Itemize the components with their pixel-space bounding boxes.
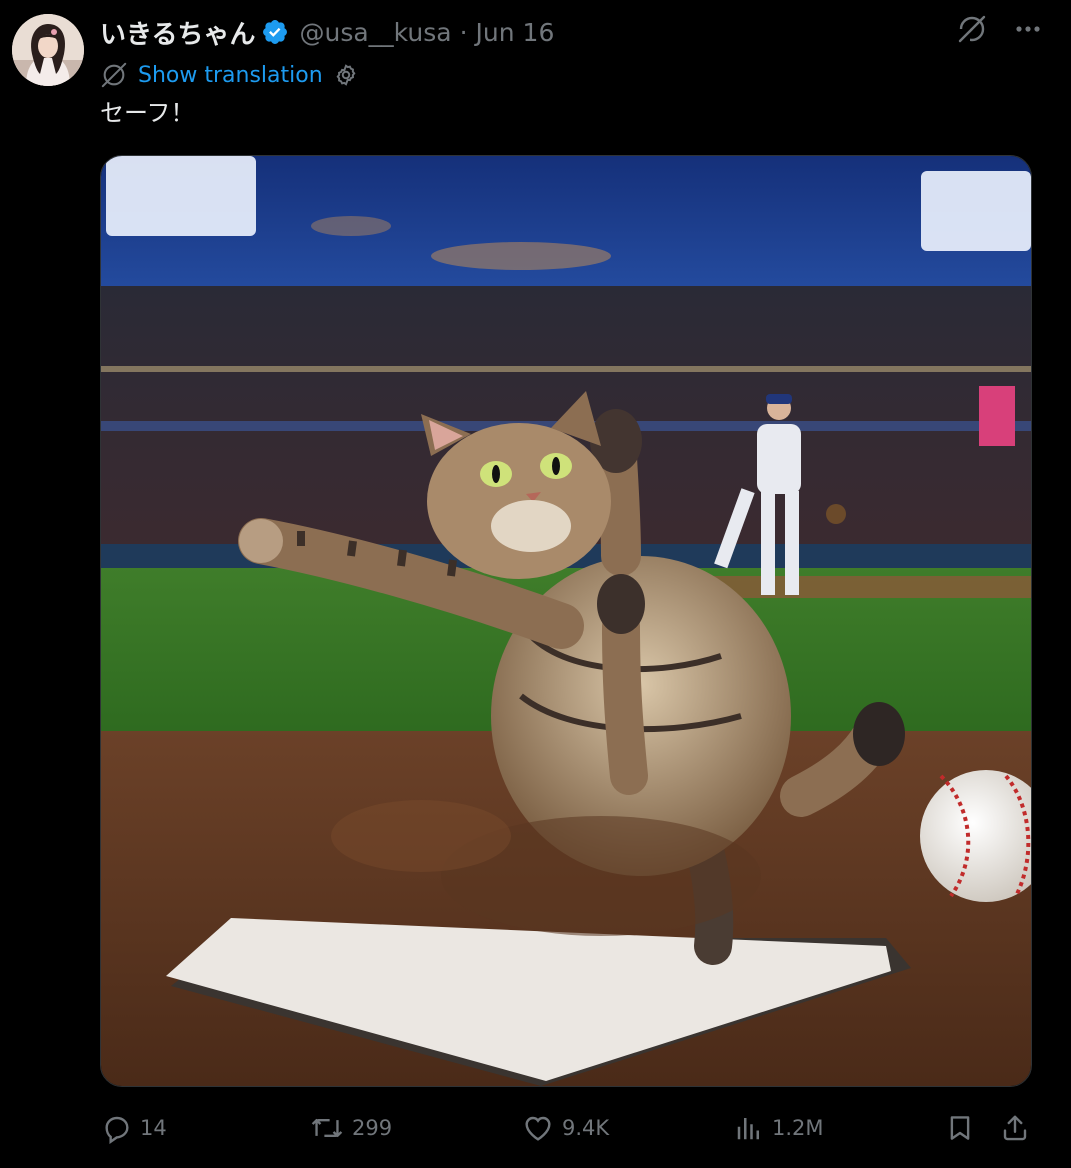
grok-icon[interactable] bbox=[957, 14, 987, 44]
display-name[interactable]: いきるちゃん bbox=[100, 14, 255, 51]
tweet-header: いきるちゃん @usa__kusa · Jun 16 bbox=[100, 14, 554, 50]
verified-badge-icon[interactable] bbox=[261, 18, 289, 46]
views-icon bbox=[734, 1112, 764, 1144]
heart-icon bbox=[522, 1112, 554, 1144]
gear-icon[interactable] bbox=[333, 62, 359, 88]
tweet-text: セーフ！ bbox=[100, 99, 195, 127]
media-image bbox=[101, 156, 1031, 1086]
translate-icon bbox=[100, 61, 128, 89]
avatar[interactable] bbox=[12, 14, 84, 86]
bookmark-icon bbox=[945, 1112, 975, 1144]
views-button[interactable]: 1.2M bbox=[734, 1106, 824, 1150]
translation-row: Show translation bbox=[100, 58, 359, 92]
share-icon bbox=[1000, 1112, 1030, 1144]
avatar-image bbox=[12, 14, 84, 86]
like-count: 9.4K bbox=[562, 1116, 610, 1140]
reply-icon bbox=[100, 1112, 132, 1144]
more-icon[interactable] bbox=[1013, 14, 1043, 44]
repost-count: 299 bbox=[352, 1116, 393, 1140]
views-count: 1.2M bbox=[772, 1116, 824, 1140]
share-button[interactable] bbox=[1000, 1106, 1030, 1150]
tweet-date[interactable]: Jun 16 bbox=[476, 18, 555, 47]
handle[interactable]: @usa__kusa bbox=[299, 18, 451, 47]
tweet: いきるちゃん @usa__kusa · Jun 16 Show translat… bbox=[0, 0, 1071, 1168]
header-actions bbox=[957, 14, 1043, 44]
tweet-media[interactable] bbox=[100, 155, 1032, 1087]
repost-icon bbox=[310, 1112, 344, 1144]
action-bar: 14 299 9.4K 1.2M bbox=[100, 1106, 1040, 1150]
reply-count: 14 bbox=[140, 1116, 167, 1140]
separator-dot: · bbox=[459, 17, 468, 47]
bookmark-button[interactable] bbox=[945, 1106, 975, 1150]
repost-button[interactable]: 299 bbox=[310, 1106, 392, 1150]
reply-button[interactable]: 14 bbox=[100, 1106, 167, 1150]
show-translation-link[interactable]: Show translation bbox=[138, 63, 323, 88]
like-button[interactable]: 9.4K bbox=[522, 1106, 609, 1150]
